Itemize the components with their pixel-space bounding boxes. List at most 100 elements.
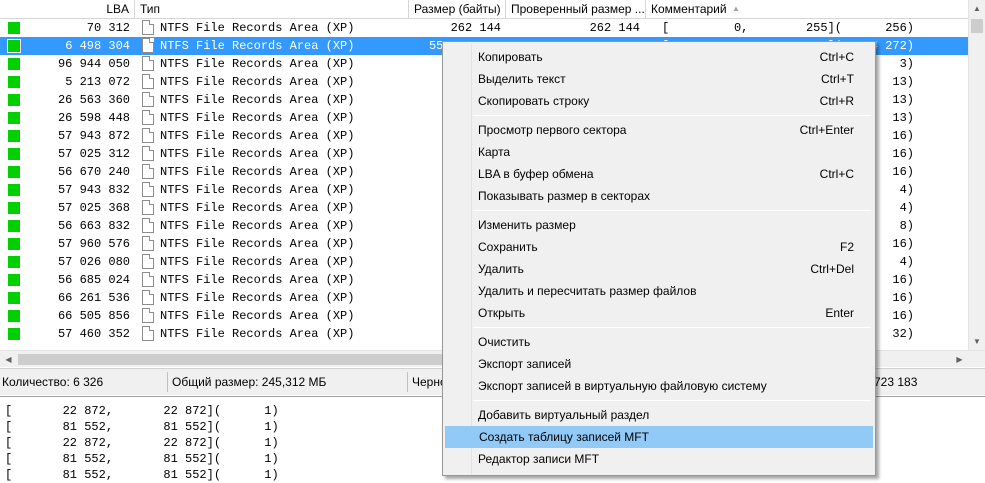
cell-lba: 56 685 024: [57, 273, 130, 287]
cell-type: NTFS File Records Area (XP): [160, 39, 355, 53]
column-header-size[interactable]: Размер (байты): [409, 0, 506, 19]
cell-lba: 57 960 576: [57, 237, 130, 251]
cell-type: NTFS File Records Area (XP): [160, 237, 355, 251]
green-square-icon: [8, 310, 20, 322]
document-icon: [142, 218, 154, 233]
column-header-checked-size[interactable]: Проверенный размер ...: [506, 0, 646, 19]
vertical-scroll-thumb[interactable]: [971, 19, 983, 33]
arrow-right-icon[interactable]: ▶: [951, 351, 968, 368]
cell-checked-size: 262 144: [589, 21, 640, 35]
green-square-icon: [7, 39, 21, 53]
menu-separator: [473, 327, 871, 328]
cell-lba: 96 944 050: [57, 57, 130, 71]
menu-item[interactable]: Скопировать строку Ctrl+R: [445, 90, 873, 112]
document-icon: [142, 74, 154, 89]
cell-lba: 56 670 240: [57, 165, 130, 179]
document-icon: [142, 92, 154, 107]
menu-item-label: Сохранить: [478, 240, 538, 254]
cell-lba: 66 261 536: [57, 291, 130, 305]
column-header-type[interactable]: Тип: [135, 0, 409, 19]
menu-item-label: Копировать: [478, 50, 543, 64]
table-row[interactable]: 70 312 NTFS File Records Area (XP) 262 144…: [0, 19, 968, 37]
cell-lba: 26 598 448: [57, 111, 130, 125]
cell-type: NTFS File Records Area (XP): [160, 165, 355, 179]
menu-item[interactable]: Копировать Ctrl+C: [445, 46, 873, 68]
green-square-icon: [8, 292, 20, 304]
menu-item-shortcut: Ctrl+C: [819, 50, 854, 64]
green-square-icon: [8, 184, 20, 196]
document-icon: [142, 38, 154, 53]
green-square-icon: [8, 112, 20, 124]
menu-item[interactable]: Удалить Ctrl+Del: [445, 258, 873, 280]
menu-item-shortcut: F2: [839, 240, 854, 254]
status-divider: [167, 372, 168, 392]
cell-type: NTFS File Records Area (XP): [160, 273, 355, 287]
cell-type: NTFS File Records Area (XP): [160, 129, 355, 143]
menu-item-label: Карта: [478, 145, 511, 159]
details-line: [ 81 552, 81 552]( 1): [5, 468, 279, 482]
menu-item-label: Редактор записи MFT: [478, 452, 600, 466]
menu-item[interactable]: Создать таблицу записей MFT: [445, 426, 873, 448]
document-icon: [142, 290, 154, 305]
cell-lba: 57 460 352: [57, 327, 130, 341]
menu-item[interactable]: Удалить и пересчитать размер файлов: [445, 280, 873, 302]
cell-lba: 57 026 080: [57, 255, 130, 269]
menu-item[interactable]: Экспорт записей в виртуальную файловую с…: [445, 375, 873, 397]
document-icon: [142, 254, 154, 269]
cell-type: NTFS File Records Area (XP): [160, 291, 355, 305]
menu-item-label: Открыть: [478, 306, 526, 320]
sort-ascending-icon: ▲: [732, 4, 740, 13]
green-square-icon: [8, 76, 20, 88]
green-square-icon: [8, 274, 20, 286]
cell-lba: 70 312: [86, 21, 130, 35]
menu-item[interactable]: Изменить размер: [445, 214, 873, 236]
arrow-up-icon[interactable]: ▲: [969, 0, 985, 17]
menu-separator: [473, 400, 871, 401]
cell-type: NTFS File Records Area (XP): [160, 183, 355, 197]
menu-item-label: Показывать размер в секторах: [478, 189, 651, 203]
cell-lba: 57 025 312: [57, 147, 130, 161]
menu-item[interactable]: Выделить текст Ctrl+T: [445, 68, 873, 90]
menu-item-label: Экспорт записей: [478, 357, 572, 371]
document-icon: [142, 110, 154, 125]
cell-type: NTFS File Records Area (XP): [160, 93, 355, 107]
menu-item[interactable]: Карта: [445, 141, 873, 163]
green-square-icon: [8, 202, 20, 214]
cell-type: NTFS File Records Area (XP): [160, 219, 355, 233]
column-header-lba[interactable]: LBA: [0, 0, 135, 19]
green-square-icon: [8, 238, 20, 250]
menu-item[interactable]: Очистить: [445, 331, 873, 353]
menu-item-label: Очистить: [478, 335, 531, 349]
menu-item-label: Выделить текст: [478, 72, 566, 86]
menu-item[interactable]: Показывать размер в секторах: [445, 185, 873, 207]
arrow-down-icon[interactable]: ▼: [969, 333, 985, 350]
cell-type: NTFS File Records Area (XP): [160, 147, 355, 161]
cell-type: NTFS File Records Area (XP): [160, 75, 355, 89]
vertical-scrollbar[interactable]: ▲ ▼: [968, 0, 985, 350]
menu-item[interactable]: LBA в буфер обмена Ctrl+C: [445, 163, 873, 185]
status-right-value: 723 183: [874, 375, 918, 389]
cell-lba: 26 563 360: [57, 93, 130, 107]
document-icon: [142, 128, 154, 143]
green-square-icon: [8, 22, 20, 34]
menu-item[interactable]: Открыть Enter: [445, 302, 873, 324]
cell-size: 262 144: [450, 21, 501, 35]
menu-item[interactable]: Сохранить F2: [445, 236, 873, 258]
green-square-icon: [8, 58, 20, 70]
green-square-icon: [8, 328, 20, 340]
menu-item[interactable]: Редактор записи MFT: [445, 448, 873, 470]
menu-item[interactable]: Добавить виртуальный раздел: [445, 404, 873, 426]
menu-item[interactable]: Просмотр первого сектора Ctrl+Enter: [445, 119, 873, 141]
cell-lba: 6 498 304: [65, 39, 130, 53]
document-icon: [142, 146, 154, 161]
green-square-icon: [8, 148, 20, 160]
cell-type: NTFS File Records Area (XP): [160, 111, 355, 125]
menu-item-label: Создать таблицу записей MFT: [479, 430, 649, 444]
column-header-comment[interactable]: Комментарий ▲: [646, 0, 968, 19]
menu-item[interactable]: Экспорт записей: [445, 353, 873, 375]
green-square-icon: [8, 256, 20, 268]
menu-item-shortcut: Enter: [825, 306, 854, 320]
horizontal-scroll-thumb[interactable]: [18, 354, 442, 365]
document-icon: [142, 164, 154, 179]
arrow-left-icon[interactable]: ◀: [0, 351, 17, 368]
